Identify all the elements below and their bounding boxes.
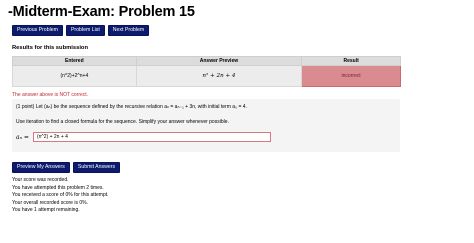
result-cell: incorrect	[301, 65, 401, 87]
incorrect-warning: The answer above is NOT correct.	[12, 92, 89, 98]
column-header-result: Result	[301, 56, 401, 66]
previous-problem-button[interactable]: Previous Problem	[12, 25, 63, 36]
next-problem-button[interactable]: Next Problem	[107, 25, 150, 36]
results-header-row: Entered Answer Preview Result	[12, 56, 401, 66]
answer-label: aₙ =	[16, 133, 29, 141]
results-table: Entered Answer Preview Result (n^2)+2^n+…	[12, 56, 401, 87]
answer-preview-cell: n² + 2n + 4	[135, 65, 303, 87]
answer-row: aₙ =	[16, 132, 271, 142]
submit-answers-button[interactable]: Submit Answers	[72, 162, 121, 173]
submit-row: Preview My Answers Submit Answers	[12, 162, 121, 173]
column-header-entered: Entered	[12, 56, 137, 66]
preview-answers-button[interactable]: Preview My Answers	[12, 162, 70, 173]
status-line: You have attempted this problem 2 times.	[12, 184, 104, 191]
problem-nav: Previous Problem Problem List Next Probl…	[12, 25, 150, 36]
status-line: You received a score of 0% for this atte…	[12, 192, 109, 199]
answer-preview-math: n² + 2n + 4	[202, 73, 236, 79]
column-header-answer-preview: Answer Preview	[135, 56, 303, 66]
results-heading: Results for this submission	[12, 45, 89, 51]
answer-input[interactable]	[32, 132, 271, 142]
page-title: -Midterm-Exam: Problem 15	[8, 4, 195, 20]
problem-list-button[interactable]: Problem List	[65, 25, 105, 36]
problem-box: (1 point) Let (aₙ) be the sequence defin…	[12, 99, 400, 152]
status-line: You have 1 attempt remaining.	[12, 207, 80, 214]
problem-instruction: Use iteration to find a closed formula f…	[16, 119, 229, 125]
status-line: Your score was recorded.	[12, 177, 69, 183]
table-row: (n^2)+2^n+4 n² + 2n + 4 incorrect	[12, 65, 401, 87]
entered-cell: (n^2)+2^n+4	[12, 65, 137, 87]
status-line: Your overall recorded score is 0%.	[12, 199, 88, 206]
score-status: Your score was recorded. You have attemp…	[12, 177, 109, 215]
problem-statement: (1 point) Let (aₙ) be the sequence defin…	[16, 104, 247, 110]
